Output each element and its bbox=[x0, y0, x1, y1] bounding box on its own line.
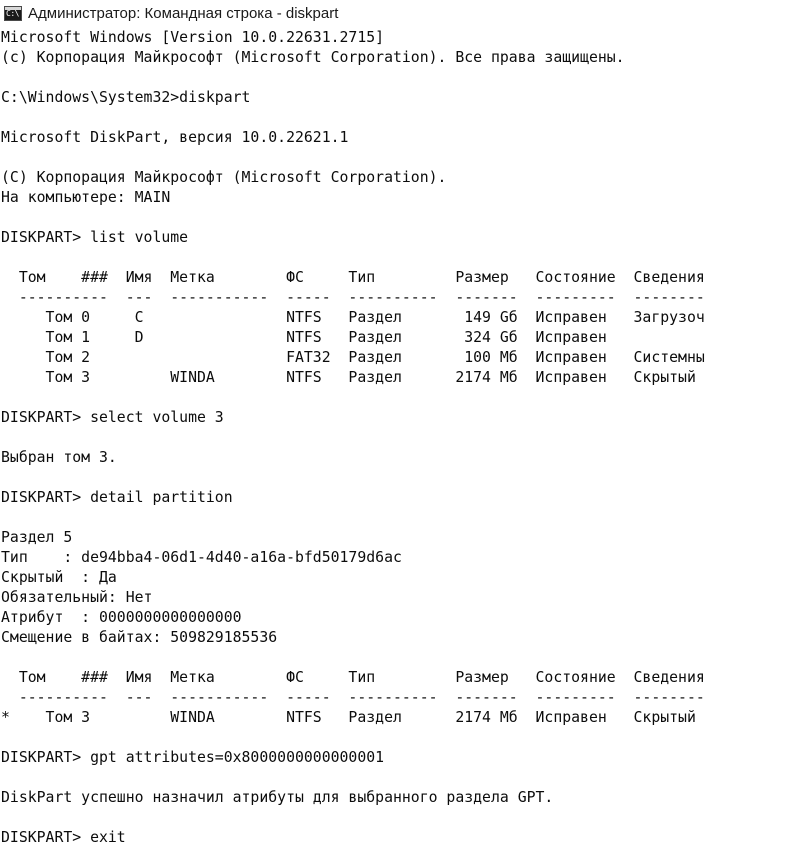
console-line: Раздел 5 bbox=[1, 529, 73, 546]
cmd-icon[interactable]: C:\ bbox=[4, 6, 22, 21]
console-line: Том ### Имя Метка ФС Тип Размер Состояни… bbox=[1, 669, 705, 686]
title-bar[interactable]: C:\ Администратор: Командная строка - di… bbox=[0, 0, 792, 27]
console-line: Microsoft DiskPart, версия 10.0.22621.1 bbox=[1, 129, 349, 146]
console-line: DISKPART> select volume 3 bbox=[1, 409, 224, 426]
console-line: Том ### Имя Метка ФС Тип Размер Состояни… bbox=[1, 269, 705, 286]
console-line: Том 1 D NTFS Раздел 324 Gб Исправен bbox=[1, 329, 607, 346]
console-line: DISKPART> list volume bbox=[1, 229, 189, 246]
console-line: (c) Корпорация Майкрософт (Microsoft Cor… bbox=[1, 49, 625, 66]
console-line: DISKPART> gpt attributes=0x8000000000000… bbox=[1, 749, 385, 766]
window-title: Администратор: Командная строка - diskpa… bbox=[28, 5, 339, 22]
console-line: * Том 3 WINDA NTFS Раздел 2174 Мб Исправ… bbox=[1, 709, 696, 726]
console-line: ---------- --- ----------- ----- -------… bbox=[1, 689, 705, 706]
console-output[interactable]: Microsoft Windows [Version 10.0.22631.27… bbox=[0, 28, 792, 867]
console-line: Обязательный: Нет bbox=[1, 589, 153, 606]
console-line: Смещение в байтах: 509829185536 bbox=[1, 629, 278, 646]
console-line: Том 2 FAT32 Раздел 100 Мб Исправен Систе… bbox=[1, 349, 705, 366]
console-line: Том 0 C NTFS Раздел 149 Gб Исправен Загр… bbox=[1, 309, 705, 326]
cmd-icon-glyph: C:\ bbox=[6, 9, 19, 18]
console-line: C:\Windows\System32>diskpart bbox=[1, 89, 251, 106]
console-line: Скрытый : Да bbox=[1, 569, 117, 586]
console-line: (C) Корпорация Майкрософт (Microsoft Cor… bbox=[1, 169, 447, 186]
console-line: Тип : de94bba4-06d1-4d40-a16a-bfd50179d6… bbox=[1, 549, 402, 566]
command-prompt-window: C:\ Администратор: Командная строка - di… bbox=[0, 0, 792, 867]
console-line: На компьютере: MAIN bbox=[1, 189, 171, 206]
console-line: DISKPART> detail partition bbox=[1, 489, 233, 506]
console-line: Microsoft Windows [Version 10.0.22631.27… bbox=[1, 29, 385, 46]
console-line: ---------- --- ----------- ----- -------… bbox=[1, 289, 705, 306]
console-line: Атрибут : 0000000000000000 bbox=[1, 609, 242, 626]
console-line: DISKPART> exit bbox=[1, 829, 126, 846]
console-line: Выбран том 3. bbox=[1, 449, 117, 466]
console-line: DiskPart успешно назначил атрибуты для в… bbox=[1, 789, 554, 806]
console-line: Том 3 WINDA NTFS Раздел 2174 Мб Исправен… bbox=[1, 369, 696, 386]
